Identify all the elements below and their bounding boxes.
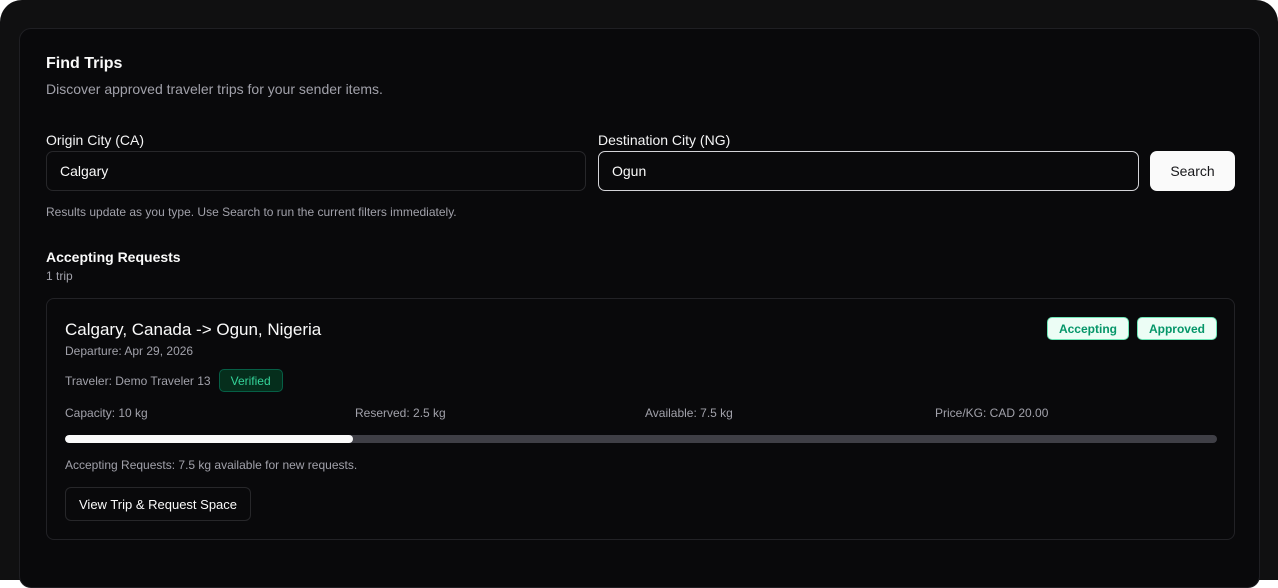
page-title: Find Trips <box>46 55 123 72</box>
origin-city-label: Origin City (CA) <box>46 132 145 148</box>
app-frame: Find Trips Discover approved traveler tr… <box>0 0 1278 588</box>
capacity-stat: Capacity: 10 kg <box>65 406 148 420</box>
trip-route: Calgary, Canada -> Ogun, Nigeria <box>65 320 322 339</box>
capacity-progress-bar <box>65 435 1217 443</box>
trip-card: Calgary, Canada -> Ogun, Nigeria Departu… <box>46 298 1235 540</box>
approved-badge: Approved <box>1136 317 1217 340</box>
destination-city-label: Destination City (NG) <box>598 132 731 148</box>
section-title: Accepting Requests <box>46 249 181 265</box>
search-hint: Results update as you type. Use Search t… <box>46 205 457 219</box>
reserved-progress-fill <box>65 435 353 443</box>
price-stat: Price/KG: CAD 20.00 <box>935 406 1049 420</box>
reserved-stat: Reserved: 2.5 kg <box>355 406 446 420</box>
trip-departure: Departure: Apr 29, 2026 <box>65 344 194 358</box>
search-button[interactable]: Search <box>1150 151 1235 191</box>
accepting-badge: Accepting <box>1046 317 1129 340</box>
origin-city-input[interactable] <box>46 151 586 191</box>
destination-city-input[interactable] <box>598 151 1139 191</box>
find-trips-panel: Find Trips Discover approved traveler tr… <box>19 28 1260 588</box>
accepting-note: Accepting Requests: 7.5 kg available for… <box>65 458 358 472</box>
result-count: 1 trip <box>46 269 73 283</box>
available-stat: Available: 7.5 kg <box>645 406 733 420</box>
view-trip-button[interactable]: View Trip & Request Space <box>65 487 252 521</box>
traveler-name: Traveler: Demo Traveler 13 <box>65 373 211 388</box>
trip-badges: Accepting Approved <box>1046 317 1217 340</box>
traveler-row: Traveler: Demo Traveler 13 Verified <box>65 369 283 392</box>
verified-badge: Verified <box>218 369 283 392</box>
page-subtitle: Discover approved traveler trips for you… <box>46 81 383 97</box>
